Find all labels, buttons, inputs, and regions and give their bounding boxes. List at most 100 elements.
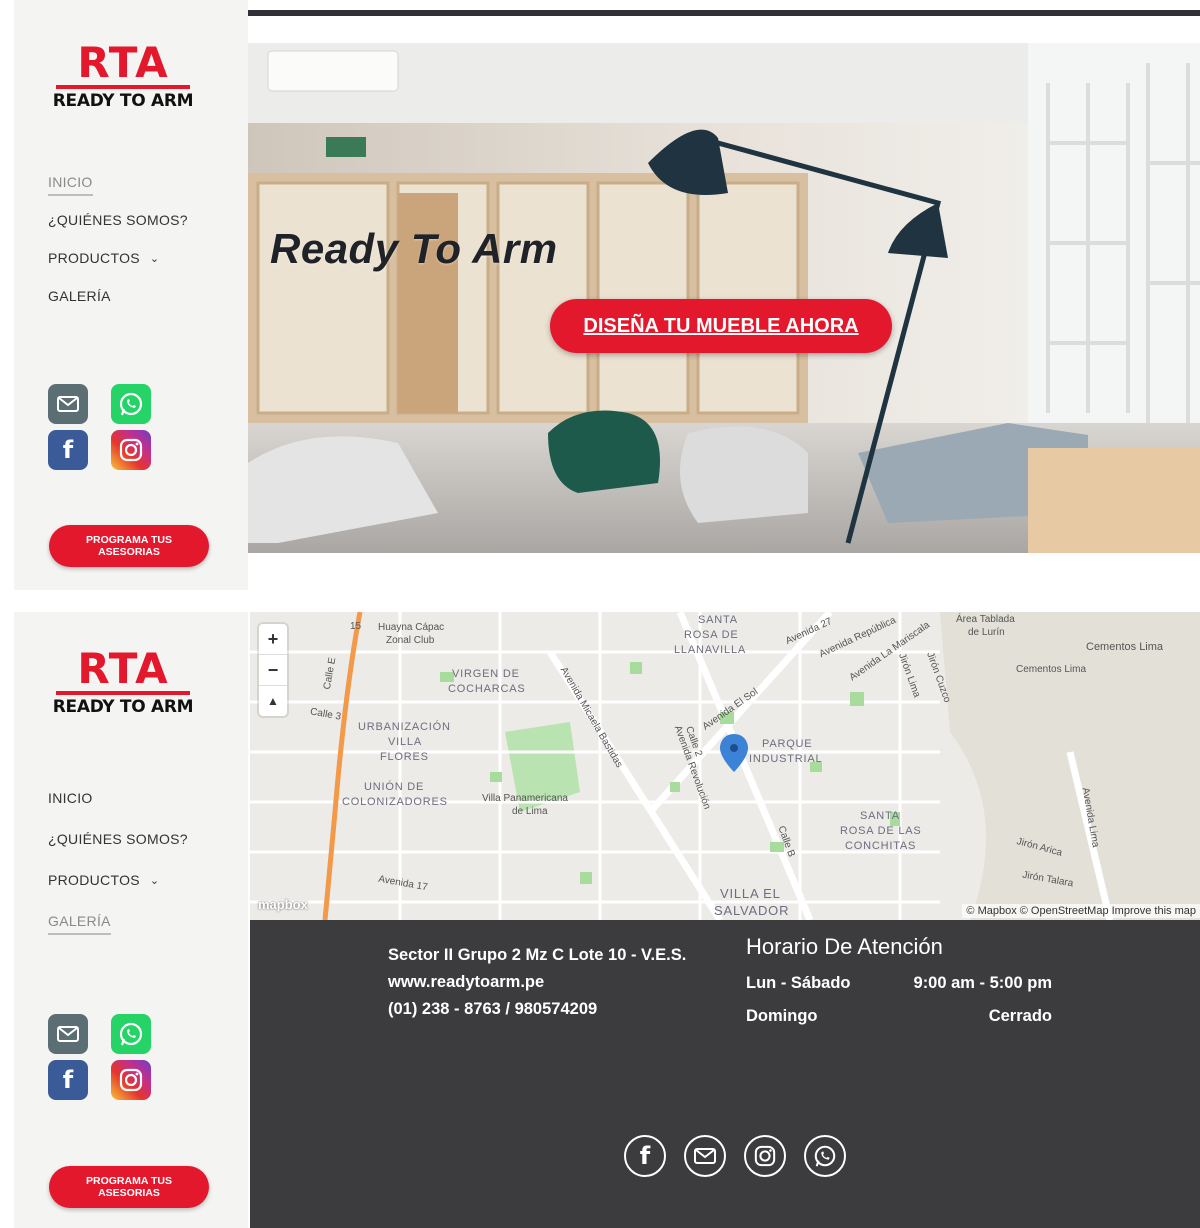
cta-line: ASESORIAS [98,1187,160,1199]
logo-subtitle: READY TO ARM [52,91,194,111]
hours-row: Lun - Sábado 9:00 am - 5:00 pm [746,974,1052,1007]
nav-item-quienes-somos[interactable]: ¿QUIÉNES SOMOS? [48,831,188,872]
map-label: VIRGEN DE [452,668,520,680]
map-label: VILLA EL [720,886,781,901]
nav-label: GALERÍA [48,288,111,304]
chevron-down-icon[interactable]: ⌄ [150,252,160,265]
nav-label: PRODUCTOS [48,250,140,266]
whatsapp-icon[interactable] [111,1014,151,1054]
compass-button[interactable]: ▲ [259,686,287,716]
main-nav: INICIO ¿QUIÉNES SOMOS? PRODUCTOS ⌄ GALERÍ… [48,174,188,326]
map-route-badge: 15 [350,621,362,632]
map-attribution[interactable]: © Mapbox © OpenStreetMap Improve this ma… [962,904,1200,918]
map-label: Villa Panamericana [482,793,568,804]
website-link[interactable]: www.readytoarm.pe [388,969,686,996]
instagram-icon[interactable] [744,1135,786,1177]
map-label: ROSA DE [684,629,739,641]
logo-subtitle: READY TO ARM [52,697,194,717]
footer-social: f [624,1135,846,1177]
whatsapp-icon[interactable] [111,384,151,424]
mail-icon[interactable] [684,1135,726,1177]
map-label: FLORES [380,751,429,763]
instagram-icon[interactable] [111,1060,151,1100]
hours-table: Lun - Sábado 9:00 am - 5:00 pm Domingo C… [746,974,1052,1040]
sidebar: RTA READY TO ARM INICIO ¿QUIÉNES SOMOS? … [14,612,248,1228]
nav-item-inicio[interactable]: INICIO [48,790,188,831]
schedule-advice-button[interactable]: PROGRAMA TUS ASESORIAS [49,1166,209,1208]
mail-icon[interactable] [48,1014,88,1054]
map-label: Área Tablada [956,614,1015,625]
map-label: Cementos Lima [1086,641,1164,653]
map-label: Huayna Cápac [378,622,445,633]
hero-banner: Ready To Arm DISEÑA TU MUEBLE AHORA [248,43,1200,553]
main-nav: INICIO ¿QUIÉNES SOMOS? PRODUCTOS ⌄ GALERÍ… [48,790,188,954]
nav-label: ¿QUIÉNES SOMOS? [48,831,188,847]
nav-label: PRODUCTOS [48,872,140,888]
instagram-icon[interactable] [111,430,151,470]
hero-title: Ready To Arm [270,225,558,272]
map-label: CONCHITAS [845,840,917,852]
map-label: VILLA [388,736,422,748]
nav-item-galeria[interactable]: GALERÍA [48,288,188,326]
chevron-down-icon[interactable]: ⌄ [150,874,160,887]
address-text: Sector II Grupo 2 Mz C Lote 10 - V.E.S. [388,946,687,964]
contact-info: Sector II Grupo 2 Mz C Lote 10 - V.E.S. … [388,942,686,1023]
nav-item-quienes-somos[interactable]: ¿QUIÉNES SOMOS? [48,212,188,250]
phone-text: (01) 238 - 8763 / 980574209 [388,1000,598,1018]
cta-line: ASESORIAS [98,546,160,558]
map-label: SANTA [698,614,738,626]
nav-item-productos[interactable]: PRODUCTOS ⌄ [48,872,188,913]
mapbox-logo[interactable]: mapbox [258,897,308,912]
sidebar: RTA READY TO ARM INICIO ¿QUIÉNES SOMOS? … [14,0,248,590]
mail-icon[interactable] [48,384,88,424]
map-label: SANTA [860,810,900,822]
home-screenshot: RTA READY TO ARM INICIO ¿QUIÉNES SOMOS? … [0,0,1200,590]
map-label: COCHARCAS [448,683,526,695]
nav-label: INICIO [48,174,93,196]
nav-label: INICIO [48,790,93,806]
map-tiles [250,612,1200,920]
hero-image [248,43,1200,553]
facebook-icon[interactable]: f [48,430,88,470]
hours-day: Lun - Sábado [746,974,851,992]
cta-text: PROGRAMA TUS ASESORIAS [86,534,172,558]
footer: Sector II Grupo 2 Mz C Lote 10 - V.E.S. … [250,920,1200,1228]
nav-item-galeria[interactable]: GALERÍA [48,913,188,954]
location-map[interactable]: + − ▲ 15 Huayna Cápac Zonal Club SANTA R… [250,612,1200,920]
nav-label: GALERÍA [48,913,111,935]
zoom-in-button[interactable]: + [259,624,287,655]
cta-line: PROGRAMA TUS [86,1175,172,1187]
map-label: de Lima [512,806,548,817]
footer-screenshot: RTA READY TO ARM INICIO ¿QUIÉNES SOMOS? … [0,612,1200,1228]
hours-row: Domingo Cerrado [746,1007,1052,1040]
facebook-icon[interactable]: f [624,1135,666,1177]
whatsapp-icon[interactable] [804,1135,846,1177]
facebook-icon[interactable]: f [48,1060,88,1100]
map-label: LLANAVILLA [674,644,747,656]
schedule-advice-button[interactable]: PROGRAMA TUS ASESORIAS [49,525,209,567]
nav-item-inicio[interactable]: INICIO [48,174,188,212]
map-label: URBANIZACIÓN [358,721,451,733]
map-label: UNIÓN DE [364,781,425,793]
map-label: COLONIZADORES [342,796,448,808]
map-label: Cementos Lima [1016,664,1087,675]
hours-time: 9:00 am - 5:00 pm [913,974,1052,992]
hours-title: Horario De Atención [746,934,943,959]
map-label: Zonal Club [386,635,435,646]
logo[interactable]: RTA READY TO ARM [48,644,198,718]
cta-text: PROGRAMA TUS ASESORIAS [86,1175,172,1199]
hours-time: Cerrado [988,1007,1052,1025]
nav-label: ¿QUIÉNES SOMOS? [48,212,188,228]
logo-mark: RTA [77,644,169,693]
map-label: ROSA DE LAS [840,825,922,837]
logo-mark: RTA [77,38,169,87]
map-label: PARQUE [762,738,813,750]
zoom-out-button[interactable]: − [259,655,287,686]
map-label: de Lurín [968,627,1005,638]
map-controls: + − ▲ [259,624,287,716]
design-furniture-button[interactable]: DISEÑA TU MUEBLE AHORA [550,299,892,353]
logo[interactable]: RTA READY TO ARM [48,38,198,112]
nav-item-productos[interactable]: PRODUCTOS ⌄ [48,250,188,288]
map-label: INDUSTRIAL [749,753,823,765]
cta-line: PROGRAMA TUS [86,534,172,546]
